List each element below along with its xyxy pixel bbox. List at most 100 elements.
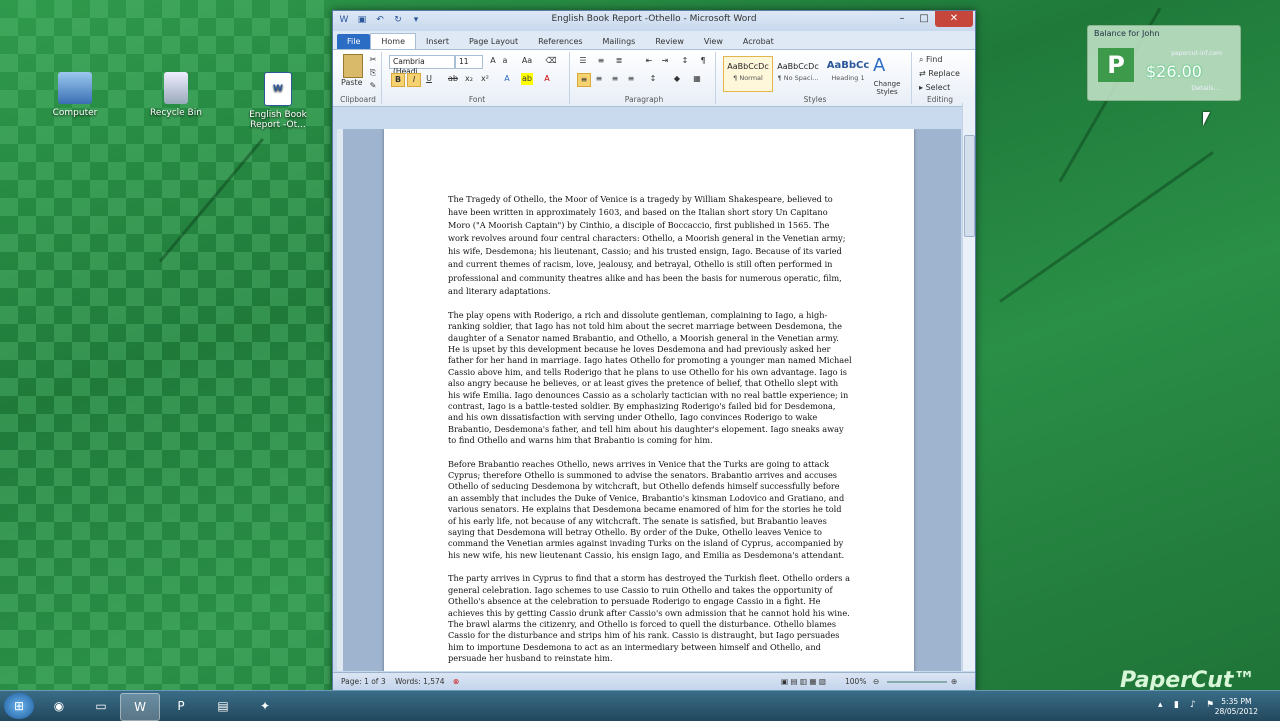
start-button[interactable]: ⊞: [4, 693, 34, 719]
align-right-icon[interactable]: ≡: [609, 73, 621, 85]
find-button[interactable]: ⌕ Find: [919, 55, 942, 65]
document-area[interactable]: The Tragedy of Othello, the Moor of Veni…: [337, 129, 961, 671]
change-case-icon[interactable]: Aa: [521, 55, 533, 67]
taskbar: ⊞ ◉ ▭ W P ▤ ✦ ▴ ▮ ♪ ⚑ 5:35 PM 28/05/2012: [0, 690, 1280, 721]
word-count[interactable]: Words: 1,574: [395, 677, 445, 686]
shading-icon[interactable]: ◆: [671, 73, 683, 85]
zoom-level[interactable]: 100%: [845, 677, 866, 686]
group-editing: ⌕ Find ⇄ Replace ▸ Select Editing: [915, 52, 965, 104]
tab-acrobat[interactable]: Acrobat: [733, 34, 784, 49]
page-count[interactable]: Page: 1 of 3: [341, 677, 386, 686]
tab-mailings[interactable]: Mailings: [593, 34, 646, 49]
zoom-in-icon[interactable]: ⊕: [951, 677, 957, 686]
show-formatting-icon[interactable]: ¶: [697, 55, 709, 67]
ribbon: Paste ✂ ⎘ ✎ Clipboard Cambria (Headi 11 …: [333, 49, 975, 107]
tab-insert[interactable]: Insert: [416, 34, 459, 49]
tab-references[interactable]: References: [528, 34, 592, 49]
shrink-font-icon[interactable]: a: [499, 55, 511, 67]
tray-volume-icon[interactable]: ♪: [1190, 700, 1196, 710]
text-effects-icon[interactable]: A: [501, 73, 513, 85]
replace-button[interactable]: ⇄ Replace: [919, 69, 960, 78]
style-heading-1[interactable]: AaBbCc Heading 1: [823, 56, 873, 92]
style-name: ¶ Normal: [733, 74, 763, 82]
select-button[interactable]: ▸ Select: [919, 83, 950, 92]
bold-button[interactable]: B: [391, 73, 405, 87]
line-spacing-icon[interactable]: ↕: [647, 73, 659, 85]
superscript-icon[interactable]: x²: [479, 73, 491, 85]
paragraph[interactable]: The play opens with Roderigo, a rich and…: [448, 310, 852, 447]
word-window[interactable]: W ▣ ↶ ↻ ▾ English Book Report -Othello -…: [332, 10, 976, 692]
style-no-spacing[interactable]: AaBbCcDc ¶ No Spaci...: [773, 56, 823, 92]
underline-button[interactable]: U: [423, 73, 435, 85]
computer-icon: [58, 72, 92, 104]
minimize-button[interactable]: –: [891, 11, 913, 27]
desktop-icon-computer[interactable]: Computer: [40, 72, 110, 118]
word-taskbar-icon[interactable]: W: [120, 693, 160, 721]
format-painter-icon[interactable]: ✎: [367, 80, 379, 92]
tab-view[interactable]: View: [694, 34, 733, 49]
desktop-icon-label: Computer: [52, 108, 98, 118]
subscript-icon[interactable]: x₂: [463, 73, 475, 85]
strikethrough-icon[interactable]: ab: [447, 73, 459, 85]
align-center-icon[interactable]: ≡: [593, 73, 605, 85]
cut-icon[interactable]: ✂: [367, 54, 379, 66]
multilevel-list-icon[interactable]: ≣: [613, 55, 625, 67]
highlight-icon[interactable]: ab: [521, 73, 533, 85]
align-left-icon[interactable]: ≡: [577, 73, 591, 87]
window-controls: – □ ✕: [891, 11, 973, 27]
clock[interactable]: 5:35 PM 28/05/2012: [1215, 697, 1258, 717]
grow-font-icon[interactable]: A: [487, 55, 499, 67]
tab-page-layout[interactable]: Page Layout: [459, 34, 528, 49]
firefox-icon[interactable]: ◉: [40, 693, 78, 719]
view-buttons[interactable]: ▣ ▤ ▥ ▦ ▧: [781, 677, 826, 686]
details-link[interactable]: Details...: [1191, 84, 1220, 92]
tab-review[interactable]: Review: [645, 34, 694, 49]
zoom-out-icon[interactable]: ⊖: [873, 677, 879, 686]
bullets-icon[interactable]: ☰: [577, 55, 589, 67]
close-button[interactable]: ✕: [935, 11, 973, 27]
style-normal[interactable]: AaBbCcDc ¶ Normal: [723, 56, 773, 92]
document-page[interactable]: The Tragedy of Othello, the Moor of Veni…: [384, 129, 914, 671]
font-name-dropdown[interactable]: Cambria (Headi: [389, 55, 455, 76]
numbering-icon[interactable]: ≡: [595, 55, 607, 67]
clock-time: 5:35 PM: [1221, 697, 1252, 706]
explorer-icon[interactable]: ▭: [82, 693, 120, 719]
maximize-button[interactable]: □: [913, 11, 935, 27]
zoom-slider[interactable]: [887, 681, 947, 683]
decrease-indent-icon[interactable]: ⇤: [643, 55, 655, 67]
document-body[interactable]: The Tragedy of Othello, the Moor of Veni…: [448, 193, 852, 671]
paste-button[interactable]: Paste: [341, 78, 363, 87]
borders-icon[interactable]: ▦: [691, 73, 703, 85]
increase-indent-icon[interactable]: ⇥: [659, 55, 671, 67]
tray-arrow-icon[interactable]: ▴: [1158, 700, 1163, 710]
copy-icon[interactable]: ⎘: [367, 67, 379, 79]
font-color-icon[interactable]: A: [541, 73, 553, 85]
tab-file[interactable]: File: [337, 34, 371, 49]
scrollbar-thumb[interactable]: [964, 135, 975, 237]
widget-title: Balance for John: [1094, 29, 1160, 38]
paragraph[interactable]: The Tragedy of Othello, the Moor of Veni…: [448, 193, 852, 298]
find-label: Find: [926, 55, 943, 64]
italic-button[interactable]: I: [407, 73, 421, 87]
proofing-icon[interactable]: ⊗: [453, 677, 459, 686]
change-styles-button[interactable]: Change Styles: [867, 80, 907, 96]
tab-home[interactable]: Home: [370, 33, 417, 49]
app-taskbar-icon[interactable]: ✦: [246, 693, 284, 719]
papercut-taskbar-icon[interactable]: P: [162, 693, 200, 719]
desktop-icon-recycle-bin[interactable]: Recycle Bin: [141, 72, 211, 118]
desktop-icon-word-document[interactable]: W English Book Report -Ot...: [243, 72, 313, 130]
vertical-scrollbar[interactable]: [962, 103, 975, 671]
title-bar[interactable]: W ▣ ↶ ↻ ▾ English Book Report -Othello -…: [333, 11, 975, 31]
sort-icon[interactable]: ↕: [679, 55, 691, 67]
tray-flag-icon[interactable]: ⚑: [1206, 700, 1214, 710]
tray-network-icon[interactable]: ▮: [1174, 700, 1179, 710]
style-preview: AaBbCcDc: [727, 62, 769, 71]
justify-icon[interactable]: ≡: [625, 73, 637, 85]
font-size-dropdown[interactable]: 11: [455, 55, 483, 69]
paragraph[interactable]: The party arrives in Cyprus to find that…: [448, 573, 852, 664]
balance-amount: $26.00: [1146, 62, 1202, 81]
folder-icon[interactable]: ▤: [204, 693, 242, 719]
papercut-balance-widget[interactable]: Balance for John P papercut-inf.com $26.…: [1087, 25, 1241, 101]
clear-formatting-icon[interactable]: ⌫: [545, 55, 557, 67]
paragraph[interactable]: Before Brabantio reaches Othello, news a…: [448, 459, 852, 562]
